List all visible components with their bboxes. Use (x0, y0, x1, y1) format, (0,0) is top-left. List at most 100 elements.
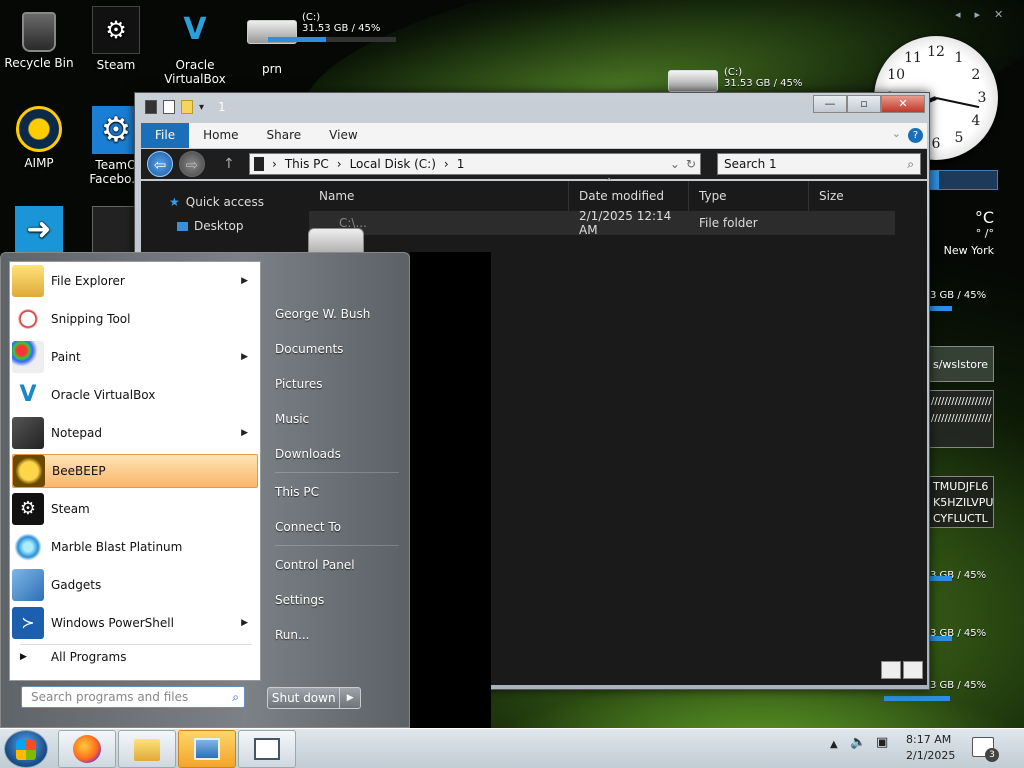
virtualbox-icon: V (12, 379, 44, 411)
slash-line: ////////////////// (931, 413, 992, 424)
taskbar-notepad[interactable] (238, 730, 296, 768)
start-item-oracle-virtualbox[interactable]: V Oracle VirtualBox (12, 378, 258, 412)
start-item-steam[interactable]: ⚙ Steam (12, 492, 258, 526)
clock-number: 11 (904, 50, 922, 67)
start-item-label: Gadgets (51, 578, 102, 592)
drive-usage: 31.53 GB / 45% (724, 78, 803, 89)
arrow-right-icon: ▶ (20, 652, 27, 662)
new-folder-icon[interactable] (181, 100, 193, 114)
slash-gadget: ////////////////// ////////////////// (928, 390, 994, 448)
weather-gadget[interactable]: °C ° /° New York (930, 200, 994, 264)
chevron-down-icon[interactable]: ⌄ (670, 157, 680, 171)
search-input[interactable]: Search 1 ⌕ (717, 153, 921, 175)
start-link-music[interactable]: Music (275, 412, 309, 426)
close-button[interactable]: ✕ (881, 95, 925, 113)
gadget-controls[interactable]: ◂▸✕ (955, 8, 1017, 21)
start-item-paint[interactable]: Paint ▶ (12, 340, 258, 374)
up-button[interactable]: ↑ (223, 156, 235, 172)
nav-label: Desktop (194, 219, 244, 233)
start-item-notepad[interactable]: Notepad ▶ (12, 416, 258, 450)
nav-desktop[interactable]: Desktop ⊣ (177, 219, 330, 233)
table-row[interactable]: C:\... 2/1/2025 12:14 AM File folder (309, 209, 895, 237)
taskbar-firefox[interactable] (58, 730, 116, 768)
column-size[interactable]: Size (809, 181, 889, 211)
all-programs-button[interactable]: ▶ All Programs (20, 650, 127, 664)
taskbar-clock[interactable]: 8:17 AM 2/1/2025 (906, 732, 955, 764)
desktop-icon (177, 221, 188, 231)
column-date-modified[interactable]: Date modified (569, 181, 689, 211)
help-icon[interactable]: ? (908, 128, 923, 143)
start-item-beebeep[interactable]: BeeBEEP (12, 454, 258, 488)
column-name[interactable]: Name (309, 181, 569, 211)
code-line: CYFLUCTL (933, 512, 988, 525)
start-link-connect-to[interactable]: Connect To (275, 520, 341, 534)
ribbon-expand-icon[interactable]: ⌄ (892, 127, 901, 140)
start-link-run[interactable]: Run... (275, 628, 309, 642)
tab-file[interactable]: File (141, 123, 190, 148)
start-item-label: Paint (51, 350, 81, 364)
powershell-icon: ≻ (12, 607, 44, 639)
start-item-snipping-tool[interactable]: Snipping Tool (12, 302, 258, 336)
tab-view[interactable]: View (315, 123, 371, 148)
start-item-powershell[interactable]: ≻ Windows PowerShell ▶ (12, 606, 258, 640)
minimize-button[interactable]: — (813, 95, 847, 113)
desktop-icon-label: Oracle VirtualBox (164, 58, 226, 86)
desktop-icon-recycle-bin[interactable]: Recycle Bin (1, 6, 77, 70)
start-item-label: Oracle VirtualBox (51, 388, 156, 402)
address-bar[interactable]: › This PC › Local Disk (C:) › 1 ⌄ ↻ (249, 153, 701, 175)
start-link-documents[interactable]: Documents (275, 342, 343, 356)
volume-icon[interactable]: 🔈 (850, 735, 866, 750)
breadcrumb-this-pc[interactable]: This PC (285, 157, 329, 171)
start-link-settings[interactable]: Settings (275, 593, 324, 607)
breadcrumb-local-disk[interactable]: Local Disk (C:) (350, 157, 436, 171)
show-hidden-icons[interactable]: ▲ (830, 739, 838, 750)
column-type[interactable]: Type (689, 181, 809, 211)
start-item-marble-blast[interactable]: Marble Blast Platinum (12, 530, 258, 564)
breadcrumb-folder[interactable]: 1 (457, 157, 465, 171)
search-icon: ⌕ (907, 157, 914, 171)
notification-center-button[interactable]: 3 (972, 737, 999, 762)
submenu-arrow-icon: ▶ (241, 428, 248, 438)
taskbar-remote-desktop[interactable] (178, 730, 236, 768)
desktop-icon-arrow-app[interactable]: ➜ (1, 206, 77, 258)
desktop-icon-steam[interactable]: ⚙ Steam (78, 6, 154, 72)
all-programs-label: All Programs (50, 650, 127, 664)
start-link-pictures[interactable]: Pictures (275, 377, 323, 391)
window-titlebar[interactable]: ▾ 1 (135, 93, 929, 121)
start-link-downloads[interactable]: Downloads (275, 447, 341, 461)
tab-share[interactable]: Share (253, 123, 316, 148)
details-view-icon[interactable] (881, 661, 901, 679)
large-icons-view-icon[interactable] (903, 661, 923, 679)
nav-label: Quick access (185, 195, 264, 209)
desktop-icon-label: Steam (96, 58, 136, 72)
forward-button[interactable]: ⇨ (179, 151, 205, 177)
code-line: TMUDJFL6 (933, 480, 989, 493)
start-link-user[interactable]: George W. Bush (275, 307, 370, 321)
tab-home[interactable]: Home (189, 123, 252, 148)
properties-icon[interactable] (163, 100, 175, 114)
refresh-icon[interactable]: ↻ (686, 157, 696, 171)
folder-icon (254, 157, 264, 171)
maximize-button[interactable]: ▫ (847, 95, 881, 113)
column-headers: ⌃ Name Date modified Type Size (309, 177, 899, 211)
nav-quick-access[interactable]: ★ Quick access (169, 195, 264, 209)
desktop-icon-aimp[interactable]: AIMP (1, 106, 77, 170)
qat-dropdown-icon[interactable]: ▾ (199, 102, 204, 113)
start-link-this-pc[interactable]: This PC (275, 485, 319, 499)
drive-usage-bar (268, 37, 396, 42)
start-item-label: BeeBEEP (52, 464, 106, 478)
network-icon[interactable]: ▣ (876, 735, 888, 750)
wslstore-gadget[interactable]: s/wslstore (928, 346, 994, 382)
taskbar-file-explorer[interactable] (118, 730, 176, 768)
start-search-input[interactable]: Search programs and files ⌕ (21, 686, 245, 708)
start-link-control-panel[interactable]: Control Panel (275, 558, 355, 572)
shutdown-button[interactable]: Shut down ▶ (267, 687, 361, 709)
back-button[interactable]: ⇦ (147, 151, 173, 177)
start-button[interactable] (4, 730, 48, 768)
shutdown-options-icon[interactable]: ▶ (340, 688, 360, 708)
start-item-file-explorer[interactable]: File Explorer ▶ (12, 264, 258, 298)
breadcrumb-separator-icon: › (443, 157, 449, 171)
shutdown-label: Shut down (268, 688, 341, 708)
start-item-gadgets[interactable]: Gadgets (12, 568, 258, 602)
desktop-icon-virtualbox[interactable]: V Oracle VirtualBox (156, 6, 234, 87)
